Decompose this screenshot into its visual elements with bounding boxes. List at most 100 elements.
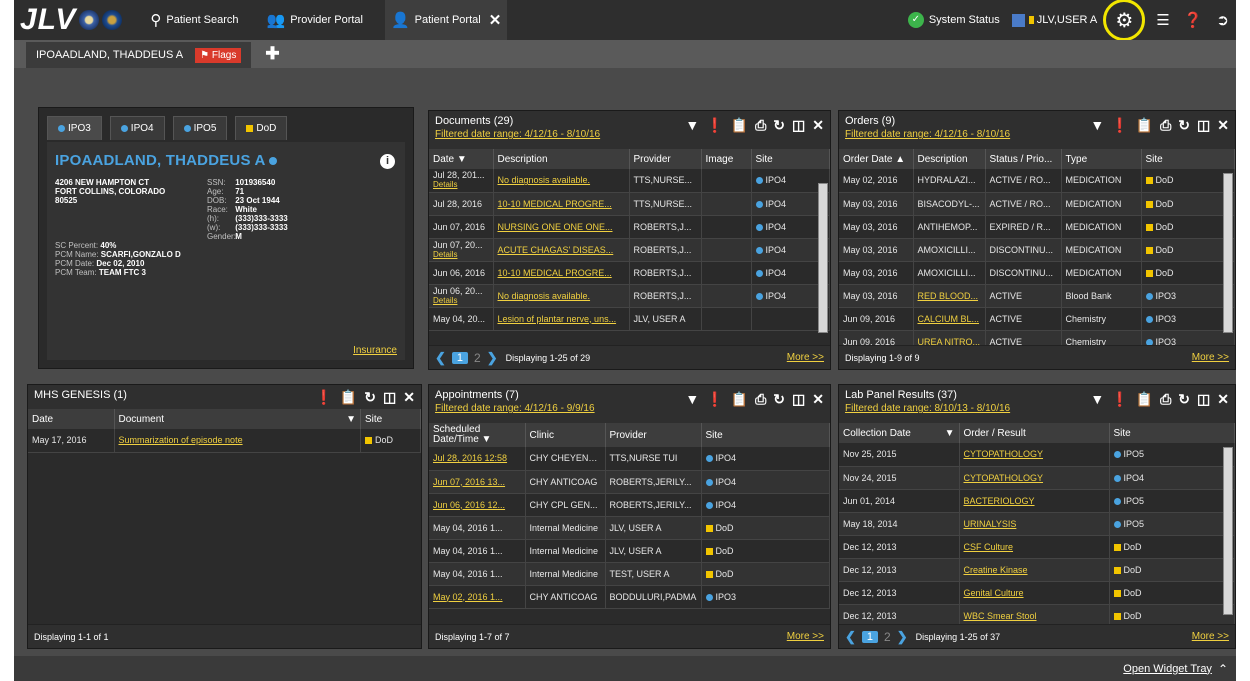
result-link[interactable]: BACTERIOLOGY bbox=[964, 496, 1035, 506]
appointment-link[interactable]: Jun 07, 2016 13... bbox=[433, 477, 505, 487]
table-row[interactable]: Jul 28, 2016 12:58 CHY CHEYENN... TTS,NURS… bbox=[429, 447, 830, 471]
info-icon[interactable]: i bbox=[380, 154, 395, 169]
table-row[interactable]: Jun 07, 2016 NURSING ONE ONE ONE... ROBERT… bbox=[429, 215, 830, 239]
filter-icon[interactable]: ▼ bbox=[685, 117, 699, 134]
column-header[interactable]: Site bbox=[751, 149, 830, 169]
details-link[interactable]: Details bbox=[433, 296, 489, 305]
table-row[interactable]: Jun 06, 20... Details No diagnosis availab… bbox=[429, 284, 830, 308]
clipboard-icon[interactable]: 📋 bbox=[1136, 117, 1153, 134]
menu-icon[interactable]: ☰ bbox=[1156, 11, 1169, 29]
info-icon[interactable]: ❗ bbox=[706, 391, 723, 408]
refresh-icon[interactable]: ↻ bbox=[1178, 117, 1190, 134]
more-link[interactable]: More >> bbox=[787, 631, 824, 642]
flags-button[interactable]: ⚑ Flags bbox=[195, 47, 242, 63]
close-icon[interactable]: ✕ bbox=[1217, 391, 1229, 408]
column-header[interactable]: Site bbox=[701, 423, 830, 447]
close-icon[interactable]: ✕ bbox=[489, 11, 502, 29]
table-row[interactable]: Jun 09, 2016 CALCIUM BL... ACTIVE Chemistry… bbox=[839, 307, 1235, 331]
close-icon[interactable]: ✕ bbox=[812, 391, 824, 408]
table-row[interactable]: May 03, 2016 RED BLOOD... ACTIVE Blood Bank… bbox=[839, 284, 1235, 308]
result-link[interactable]: WBC Smear Stool bbox=[964, 611, 1037, 621]
column-header[interactable]: Date bbox=[28, 409, 115, 429]
description-link[interactable]: RED BLOOD... bbox=[918, 291, 979, 301]
expand-icon[interactable]: ◫ bbox=[792, 117, 805, 134]
open-widget-tray-link[interactable]: Open Widget Tray bbox=[1123, 663, 1212, 675]
site-tab-dod[interactable]: DoD bbox=[235, 116, 288, 140]
filter-icon[interactable]: ▼ bbox=[685, 391, 699, 408]
column-header[interactable]: Image bbox=[701, 149, 752, 169]
appointment-link[interactable]: Jun 06, 2016 12... bbox=[433, 500, 505, 510]
column-header[interactable]: Site bbox=[1141, 149, 1235, 169]
document-link[interactable]: Summarization of episode note bbox=[119, 435, 243, 445]
chevron-right-icon[interactable]: ❯ bbox=[897, 629, 908, 645]
description-link[interactable]: Lesion of plantar nerve, uns... bbox=[498, 314, 617, 324]
page-current[interactable]: 1 bbox=[451, 351, 469, 364]
table-row[interactable]: Dec 12, 2013 CSF Culture DoD bbox=[839, 535, 1235, 559]
column-header[interactable]: Document ▼ bbox=[114, 409, 361, 429]
expand-icon[interactable]: ◫ bbox=[1197, 391, 1210, 408]
insurance-link[interactable]: Insurance bbox=[353, 345, 397, 356]
table-row[interactable]: Jul 28, 201... Details No diagnosis availa… bbox=[429, 169, 830, 193]
scrollbar[interactable] bbox=[1223, 447, 1233, 615]
column-header[interactable]: Description bbox=[913, 149, 986, 169]
appointment-link[interactable]: Jul 28, 2016 12:58 bbox=[433, 453, 507, 463]
chevron-left-icon[interactable]: ❮ bbox=[845, 629, 856, 645]
scrollbar[interactable] bbox=[1223, 173, 1233, 333]
table-row[interactable]: May 03, 2016 AMOXICILLI... DISCONTINU... ME… bbox=[839, 261, 1235, 285]
info-icon[interactable]: ❗ bbox=[315, 389, 332, 406]
print-icon[interactable]: ⎙ bbox=[1160, 391, 1171, 408]
table-row[interactable]: May 03, 2016 BISACODYL-... ACTIVE / RO... M… bbox=[839, 192, 1235, 216]
close-icon[interactable]: ✕ bbox=[812, 117, 824, 134]
column-header[interactable]: Provider bbox=[605, 423, 702, 447]
description-link[interactable]: No diagnosis available. bbox=[498, 291, 591, 301]
column-header[interactable]: Type bbox=[1061, 149, 1142, 169]
result-link[interactable]: Creatine Kinase bbox=[964, 565, 1028, 575]
scrollbar[interactable] bbox=[818, 183, 828, 333]
column-header[interactable]: Collection Date ▼ bbox=[839, 423, 960, 443]
table-row[interactable]: May 04, 2016 1... Internal Medicine TEST, … bbox=[429, 562, 830, 586]
table-row[interactable]: Nov 25, 2015 CYTOPATHOLOGY IPO5 bbox=[839, 443, 1235, 467]
info-icon[interactable]: ❗ bbox=[706, 117, 723, 134]
site-tab-ipo5[interactable]: IPO5 bbox=[172, 116, 228, 140]
nav-provider-portal[interactable]: 👥 Provider Portal bbox=[261, 0, 369, 40]
refresh-icon[interactable]: ↻ bbox=[773, 391, 785, 408]
column-header[interactable]: Clinic bbox=[525, 423, 606, 447]
system-status-link[interactable]: System Status bbox=[929, 14, 1000, 26]
page-current[interactable]: 1 bbox=[861, 630, 879, 643]
table-row[interactable]: Dec 12, 2013 Creatine Kinase DoD bbox=[839, 558, 1235, 582]
result-link[interactable]: CSF Culture bbox=[964, 542, 1014, 552]
table-row[interactable]: Jun 01, 2014 BACTERIOLOGY IPO5 bbox=[839, 489, 1235, 513]
user-name[interactable]: JLV,USER A bbox=[1037, 14, 1098, 26]
close-icon[interactable]: ✕ bbox=[1217, 117, 1229, 134]
refresh-icon[interactable]: ↻ bbox=[364, 389, 376, 406]
result-link[interactable]: Genital Culture bbox=[964, 588, 1024, 598]
table-row[interactable]: May 04, 2016 1... Internal Medicine JLV, U… bbox=[429, 516, 830, 540]
refresh-icon[interactable]: ↻ bbox=[1178, 391, 1190, 408]
info-icon[interactable]: ❗ bbox=[1111, 391, 1128, 408]
chevron-up-icon[interactable]: ⌃ bbox=[1218, 662, 1228, 676]
details-link[interactable]: Details bbox=[433, 250, 489, 259]
table-row[interactable]: May 04, 2016 1... Internal Medicine JLV, U… bbox=[429, 539, 830, 563]
chevron-right-icon[interactable]: ❯ bbox=[487, 350, 498, 366]
details-link[interactable]: Details bbox=[433, 180, 489, 189]
description-link[interactable]: CALCIUM BL... bbox=[918, 314, 980, 324]
column-header[interactable]: Status / Prio... bbox=[985, 149, 1062, 169]
result-link[interactable]: CYTOPATHOLOGY bbox=[964, 449, 1044, 459]
print-icon[interactable]: ⎙ bbox=[755, 117, 766, 134]
help-icon[interactable]: ❓ bbox=[1184, 11, 1203, 29]
nav-patient-search[interactable]: ⚲ Patient Search bbox=[144, 0, 244, 40]
table-row[interactable]: May 18, 2014 URINALYSIS IPO5 bbox=[839, 512, 1235, 536]
table-row[interactable]: Jun 06, 2016 10-10 MEDICAL PROGRE... ROBER… bbox=[429, 261, 830, 285]
table-row[interactable]: May 02, 2016 HYDRALAZI... ACTIVE / RO... ME… bbox=[839, 169, 1235, 193]
patient-tab[interactable]: IPOAADLAND, THADDEUS A ⚑ Flags bbox=[26, 42, 252, 68]
nav-patient-portal[interactable]: 👤 Patient Portal ✕ bbox=[384, 0, 508, 40]
more-link[interactable]: More >> bbox=[787, 352, 824, 363]
description-link[interactable]: ACUTE CHAGAS' DISEAS... bbox=[498, 245, 614, 255]
table-row[interactable]: May 02, 2016 1... CHY ANTICOAG BODDULURI,P… bbox=[429, 585, 830, 609]
chevron-left-icon[interactable]: ❮ bbox=[435, 350, 446, 366]
result-link[interactable]: URINALYSIS bbox=[964, 519, 1017, 529]
print-icon[interactable]: ⎙ bbox=[755, 391, 766, 408]
column-header[interactable]: Description bbox=[493, 149, 630, 169]
site-tab-ipo3[interactable]: IPO3 bbox=[47, 116, 102, 140]
settings-button[interactable]: ⚙ bbox=[1103, 0, 1146, 41]
